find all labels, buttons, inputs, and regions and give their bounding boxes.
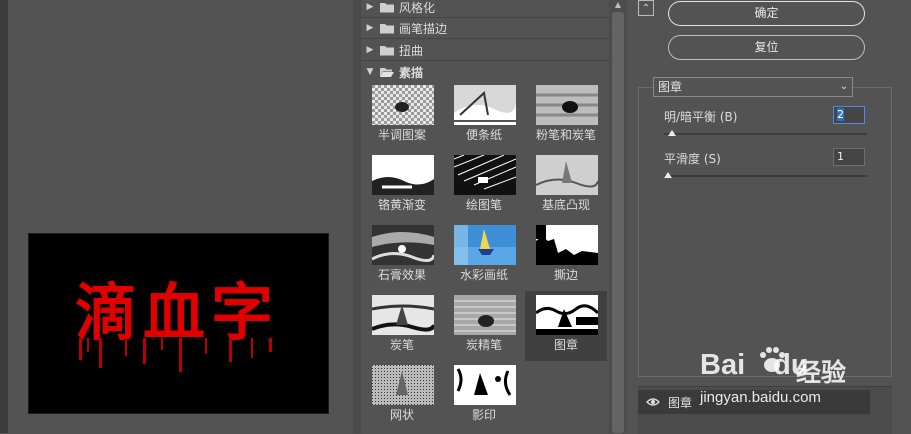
filter-label: 铬黄渐变 bbox=[377, 198, 426, 212]
open-folder-icon bbox=[379, 66, 395, 78]
filter-select-value: 图章 bbox=[658, 80, 683, 94]
filter-plaster[interactable]: 石膏效果 bbox=[361, 221, 443, 291]
panel-divider[interactable] bbox=[353, 0, 361, 433]
light-dark-balance-label: 明/暗平衡 (B) bbox=[664, 110, 738, 124]
filter-label: 粉笔和炭笔 bbox=[535, 128, 596, 142]
smoothness-input[interactable]: 1 bbox=[833, 148, 865, 166]
filter-label: 绘图笔 bbox=[465, 198, 502, 212]
category-distort[interactable]: ▶ 扭曲 bbox=[361, 40, 609, 61]
filter-photocopy[interactable]: 影印 bbox=[443, 361, 525, 431]
watermark-url: jingyan.baidu.com bbox=[700, 389, 821, 406]
filter-label: 基底凸现 bbox=[541, 198, 590, 212]
filter-label: 撕边 bbox=[553, 268, 578, 282]
light-dark-balance-slider-handle[interactable] bbox=[668, 130, 677, 136]
category-label: 画笔描边 bbox=[399, 21, 448, 36]
folder-icon bbox=[379, 1, 395, 13]
filter-torn-edges[interactable]: 撕边 bbox=[525, 221, 607, 291]
photocopy-thumbnail bbox=[454, 365, 516, 405]
filter-label: 影印 bbox=[471, 408, 496, 422]
smoothness-label: 平滑度 (S) bbox=[664, 152, 721, 166]
filter-select[interactable]: 图章 ⌄ bbox=[653, 77, 853, 97]
chrome-thumbnail bbox=[372, 155, 434, 195]
filter-label: 便条纸 bbox=[465, 128, 502, 142]
scroll-up-arrow-icon[interactable]: ▲ bbox=[612, 0, 624, 12]
collapsed-arrow-icon: ▶ bbox=[366, 23, 374, 33]
smoothness-slider-handle[interactable] bbox=[664, 172, 673, 178]
preview-image: 滴血字 bbox=[75, 276, 279, 372]
stamp-thumbnail bbox=[536, 295, 598, 335]
reticulation-thumbnail bbox=[372, 365, 434, 405]
preview-canvas[interactable]: 滴血字 bbox=[28, 233, 329, 414]
eye-icon[interactable] bbox=[646, 395, 660, 409]
category-sketch[interactable]: ▼ 素描 bbox=[361, 62, 609, 82]
watermark-brand: Bai du bbox=[700, 349, 809, 381]
filter-note-paper[interactable]: 便条纸 bbox=[443, 81, 525, 151]
chalk-charcoal-thumbnail bbox=[536, 85, 598, 125]
folder-icon bbox=[379, 22, 395, 34]
light-dark-balance-input[interactable]: 2 bbox=[833, 106, 865, 124]
baidu-jingyan-watermark: Bai du 经验 jingyan.baidu.com bbox=[700, 337, 900, 427]
filter-bas-relief[interactable]: 基底凸现 bbox=[525, 151, 607, 221]
filter-gallery: ▶ 风格化 ▶ 画笔描边 ▶ 扭曲 ▼ 素描 半调图案 便条纸 粉笔和炭笔 铬黄… bbox=[361, 0, 609, 433]
filter-label: 半调图案 bbox=[377, 128, 426, 142]
category-label: 素描 bbox=[399, 65, 424, 80]
water-paper-thumbnail bbox=[454, 225, 516, 265]
filter-label: 水彩画纸 bbox=[459, 268, 508, 282]
filter-chalk-charcoal[interactable]: 粉笔和炭笔 bbox=[525, 81, 607, 151]
filter-stamp[interactable]: 图章 bbox=[525, 291, 607, 361]
filter-label: 网状 bbox=[389, 408, 414, 422]
plaster-thumbnail bbox=[372, 225, 434, 265]
category-stylize[interactable]: ▶ 风格化 bbox=[361, 0, 609, 18]
watermark-product: 经验 bbox=[796, 358, 847, 387]
filter-conte-crayon[interactable]: 炭精笔 bbox=[443, 291, 525, 361]
filter-label: 炭笔 bbox=[389, 338, 414, 352]
charcoal-thumbnail bbox=[372, 295, 434, 335]
filter-reticulation[interactable]: 网状 bbox=[361, 361, 443, 431]
filter-halftone-pattern[interactable]: 半调图案 bbox=[361, 81, 443, 151]
filter-gallery-scrollbar[interactable]: ▲ bbox=[609, 0, 627, 433]
ok-button[interactable]: 确定 bbox=[668, 1, 865, 26]
preview-text: 滴血字 bbox=[75, 276, 279, 349]
graphic-pen-thumbnail bbox=[454, 155, 516, 195]
filter-label: 石膏效果 bbox=[377, 268, 426, 282]
collapsed-arrow-icon: ▶ bbox=[366, 45, 374, 55]
category-brush-strokes[interactable]: ▶ 画笔描边 bbox=[361, 18, 609, 39]
note-paper-thumbnail bbox=[454, 85, 516, 125]
light-dark-balance-value: 2 bbox=[837, 108, 844, 121]
reset-button[interactable]: 复位 bbox=[668, 35, 865, 60]
window-edge bbox=[0, 0, 8, 433]
collapsed-arrow-icon: ▶ bbox=[366, 2, 374, 12]
filter-label: 图章 bbox=[553, 338, 578, 352]
folder-icon bbox=[379, 44, 395, 56]
filter-graphic-pen[interactable]: 绘图笔 bbox=[443, 151, 525, 221]
filter-charcoal[interactable]: 炭笔 bbox=[361, 291, 443, 361]
filter-label: 炭精笔 bbox=[465, 338, 502, 352]
filter-water-paper[interactable]: 水彩画纸 bbox=[443, 221, 525, 291]
conte-crayon-thumbnail bbox=[454, 295, 516, 335]
paw-logo-icon bbox=[760, 347, 785, 372]
smoothness-slider-track[interactable] bbox=[664, 175, 867, 177]
light-dark-balance-slider-track[interactable] bbox=[664, 133, 867, 135]
filter-chrome[interactable]: 铬黄渐变 bbox=[361, 151, 443, 221]
expanded-arrow-icon: ▼ bbox=[366, 67, 374, 77]
effect-layer-name: 图章 bbox=[668, 396, 693, 410]
scroll-thumb[interactable] bbox=[612, 12, 624, 433]
category-label: 扭曲 bbox=[399, 43, 424, 58]
halftone-pattern-thumbnail bbox=[372, 85, 434, 125]
bas-relief-thumbnail bbox=[536, 155, 598, 195]
category-label: 风格化 bbox=[399, 0, 436, 15]
torn-edges-thumbnail bbox=[536, 225, 598, 265]
chevron-down-icon: ⌄ bbox=[839, 81, 848, 92]
